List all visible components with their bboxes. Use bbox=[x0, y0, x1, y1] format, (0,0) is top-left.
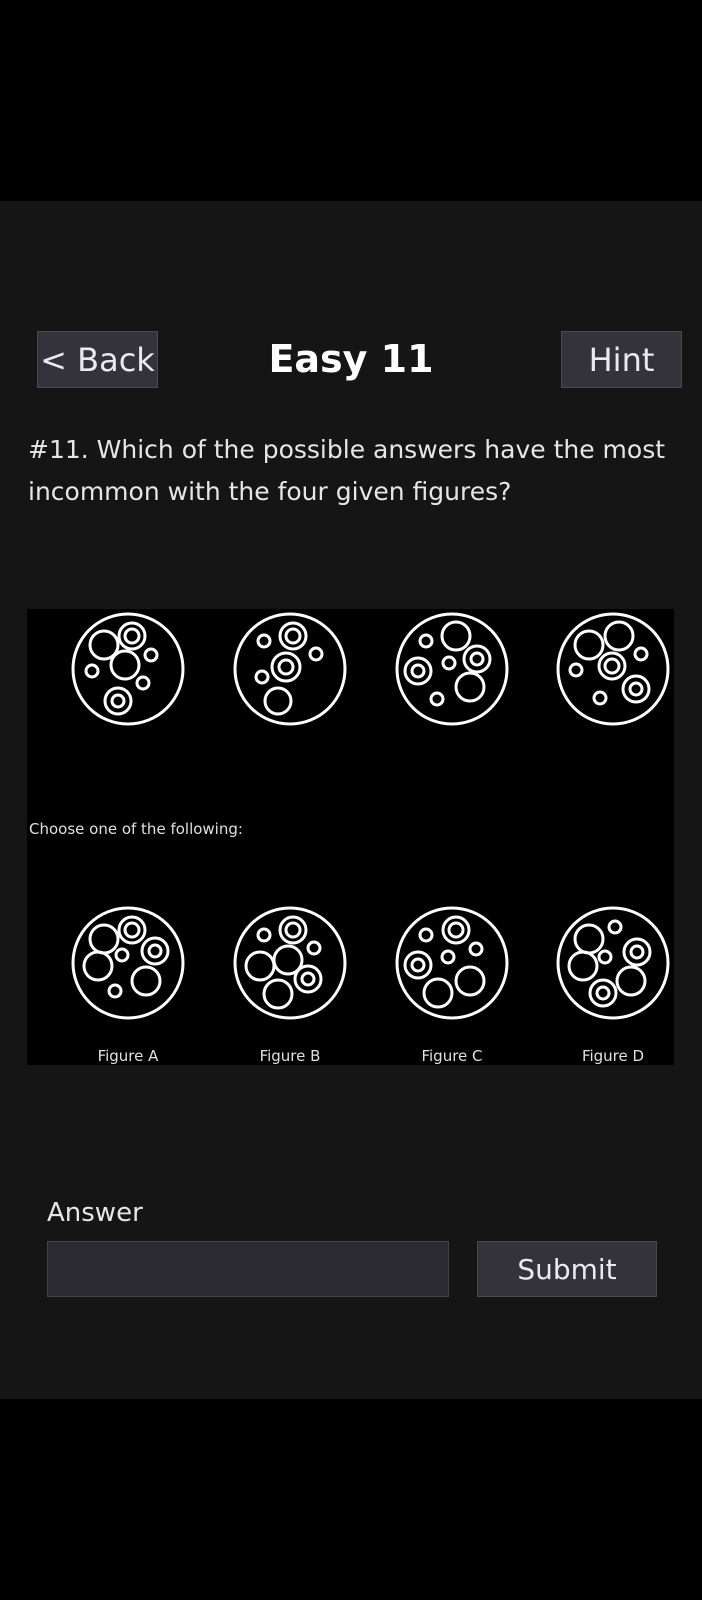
hint-button[interactable]: Hint bbox=[561, 331, 682, 388]
answer-input[interactable] bbox=[47, 1241, 449, 1297]
question-text: #11. Which of the possible answers have … bbox=[28, 435, 666, 506]
page-title: Easy 11 bbox=[268, 337, 434, 381]
back-button[interactable]: < Back bbox=[37, 331, 158, 388]
puzzle-screen: < Back Easy 11 Hint #11. Which of the po… bbox=[0, 201, 702, 1399]
submit-button[interactable]: Submit bbox=[477, 1241, 657, 1297]
figure-d-label: Figure D bbox=[581, 1047, 645, 1065]
figure-c-label: Figure C bbox=[421, 1047, 483, 1065]
answer-figure-a bbox=[71, 906, 185, 1020]
given-figure-3 bbox=[395, 612, 509, 726]
answer-figure-b bbox=[233, 906, 347, 1020]
answer-figure-c bbox=[395, 906, 509, 1020]
choose-instruction: Choose one of the following: bbox=[29, 820, 243, 838]
figure-b-label: Figure B bbox=[259, 1047, 321, 1065]
answer-label: Answer bbox=[47, 1198, 143, 1228]
puzzle-image: Choose one of the following: Figure A Fi… bbox=[27, 609, 674, 1065]
given-figure-1 bbox=[71, 612, 185, 726]
given-figure-4 bbox=[556, 612, 670, 726]
answer-figure-d bbox=[556, 906, 670, 1020]
given-figure-2 bbox=[233, 612, 347, 726]
figure-a-label: Figure A bbox=[97, 1047, 159, 1065]
